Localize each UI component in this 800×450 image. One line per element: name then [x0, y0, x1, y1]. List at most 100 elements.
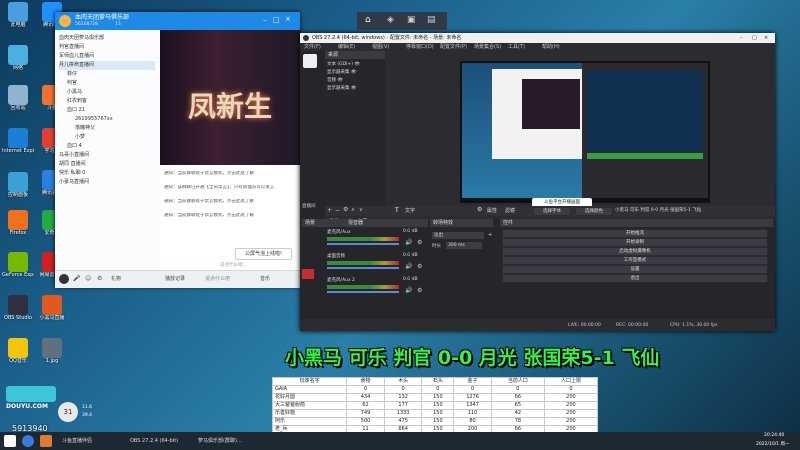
gear-icon[interactable]: ⚙: [417, 287, 422, 294]
source-item[interactable]: 音频 👁: [327, 77, 383, 84]
select-font-button[interactable]: 选择字体: [533, 207, 571, 216]
eye-icon[interactable]: 👁: [336, 78, 343, 83]
down-icon[interactable]: ∨: [359, 207, 363, 213]
browser-icon[interactable]: [22, 435, 34, 447]
volume-slider[interactable]: [327, 267, 399, 269]
group-list-item[interactable]: 小梦: [75, 133, 85, 142]
control-button[interactable]: 开始录制: [502, 238, 768, 247]
taskbar-item[interactable]: 萝马俱乐部(群聊)...: [198, 434, 260, 448]
source-item[interactable]: 显示器采集 👁: [327, 69, 383, 76]
source-item[interactable]: 显示器采集 👁: [327, 85, 383, 92]
app-icon[interactable]: [40, 435, 52, 447]
speaker-icon[interactable]: 🔊: [405, 239, 412, 246]
cpu-badge[interactable]: 31: [58, 402, 78, 422]
properties-button[interactable]: 属性: [487, 207, 497, 214]
desktop-icon[interactable]: OBS Studio: [2, 295, 34, 321]
filters-button[interactable]: 滤镜: [505, 207, 515, 214]
desktop-icon[interactable]: 回收站: [2, 85, 34, 111]
desktop-icon[interactable]: 控制面板: [2, 172, 34, 198]
mic-icon[interactable]: 🎤: [73, 275, 80, 282]
close-icon[interactable]: ×: [285, 15, 291, 23]
up-icon[interactable]: ∧: [351, 207, 355, 213]
settings-icon[interactable]: ⚙: [97, 275, 102, 282]
group-list-item[interactable]: 小黑马: [67, 88, 82, 97]
hint-text[interactable]: 说点什么吧: [205, 275, 230, 282]
minimize-icon[interactable]: –: [740, 33, 743, 43]
start-icon[interactable]: [4, 435, 16, 447]
volume-slider[interactable]: [327, 243, 399, 245]
gear-icon[interactable]: ⚙: [343, 206, 348, 213]
group-list-item[interactable]: 判官: [67, 79, 77, 88]
remove-icon[interactable]: −: [335, 207, 340, 214]
gamepad-icon[interactable]: ◈: [387, 15, 394, 25]
menu-item[interactable]: 工具(T): [508, 43, 525, 51]
gear-icon[interactable]: ⚙: [417, 263, 422, 270]
maximize-icon[interactable]: □: [273, 16, 280, 24]
menu-item[interactable]: 编辑(E): [338, 43, 355, 51]
control-button[interactable]: 开始推流: [502, 229, 768, 238]
group-list-item[interactable]: 血口 21: [67, 106, 85, 115]
menu-item[interactable]: 场景集合(S): [474, 43, 501, 51]
close-icon[interactable]: ×: [764, 33, 768, 43]
desktop-icon[interactable]: GeForce Experience: [2, 252, 34, 278]
minimize-icon[interactable]: –: [263, 16, 267, 24]
menu-item[interactable]: 配置文件(P): [440, 43, 467, 51]
group-list-item[interactable]: 血口 4: [67, 142, 82, 151]
menu-item[interactable]: 视图(V): [372, 43, 389, 51]
control-button[interactable]: 启动虚拟摄像机: [502, 247, 768, 256]
obs-title-bar[interactable]: OBS 27.2.4 (64-bit, windows) - 配置文件: 未命名…: [300, 33, 775, 43]
duration-input[interactable]: 300 ms: [446, 242, 482, 249]
eye-icon[interactable]: 👁: [350, 70, 357, 75]
record-button[interactable]: 播放记录: [165, 275, 185, 282]
desktop-icon[interactable]: 小黑马直播: [36, 295, 68, 321]
desktop-icon[interactable]: 此电脑: [2, 2, 34, 28]
select-color-button[interactable]: 选择颜色: [575, 207, 613, 216]
group-list-item[interactable]: 落魄神父: [75, 124, 95, 133]
group-list-item[interactable]: 军师血儿直播间: [59, 52, 94, 61]
obs-preview[interactable]: 斗鱼平台开播画面: [460, 61, 710, 208]
home-icon[interactable]: ⌂: [365, 15, 371, 25]
group-list-item[interactable]: 快乐 私聊 0: [59, 169, 85, 178]
group-chat-window[interactable]: 血肉天团萝马俱乐部 56108728 13 – □ × 血肉天团萝马俱乐部 判官直…: [55, 12, 300, 288]
transition-select[interactable]: 淡出: [432, 232, 484, 239]
group-list-item[interactable]: 马哥小直播间: [59, 151, 89, 160]
menu-item[interactable]: 文件(F): [304, 43, 321, 51]
group-list-item[interactable]: 菲仔: [67, 70, 77, 79]
eye-icon[interactable]: 👁: [353, 62, 360, 67]
desktop-icon[interactable]: QQ音乐: [2, 338, 34, 364]
menu-item[interactable]: 停靠窗口(D): [406, 43, 434, 51]
music-button[interactable]: 音乐: [260, 275, 270, 282]
properties-text[interactable]: 文字: [405, 207, 415, 214]
source-item[interactable]: 文本 (GDI+) 👁: [327, 61, 383, 68]
group-list-item[interactable]: 月儿拼命直播间: [59, 61, 155, 70]
control-button[interactable]: 退出: [502, 274, 768, 283]
maximize-icon[interactable]: □: [752, 33, 757, 43]
control-button[interactable]: 工作室模式: [502, 256, 768, 265]
bubble-popup[interactable]: 公屏气泡上线啦!: [235, 248, 292, 260]
group-list-item[interactable]: 血肉天团萝马俱乐部: [59, 34, 104, 43]
folder-icon[interactable]: ▤: [427, 15, 436, 25]
taskbar-item[interactable]: 斗鱼直播伴侣: [62, 434, 124, 448]
chat-input[interactable]: 说点什么吧...: [220, 262, 298, 269]
obs-window[interactable]: OBS 27.2.4 (64-bit, windows) - 配置文件: 未命名…: [300, 33, 775, 331]
gift-button[interactable]: 礼物: [111, 275, 121, 282]
group-list-item[interactable]: 小豪马直播间: [59, 178, 89, 187]
add-icon[interactable]: +: [488, 232, 492, 238]
group-list-item[interactable]: 胡同 直播间: [59, 160, 86, 169]
eye-icon[interactable]: 👁: [350, 86, 357, 91]
clock-date[interactable]: 2022/10/1 周一: [756, 441, 790, 447]
add-icon[interactable]: +: [327, 207, 332, 214]
menu-item[interactable]: 帮助(H): [542, 43, 560, 51]
desktop-icon[interactable]: 网络: [2, 45, 34, 71]
group-list-item[interactable]: 2619955767xx: [75, 115, 113, 124]
chat-title-bar[interactable]: 血肉天团萝马俱乐部 56108728 13 – □ ×: [55, 12, 300, 30]
desktop-icon[interactable]: Firefox: [2, 210, 34, 236]
clock-time[interactable]: 20:24:40: [764, 433, 784, 438]
taskbar-item[interactable]: OBS 27.2.4 (64-bit): [130, 434, 192, 448]
speaker-icon[interactable]: 🔊: [405, 263, 412, 270]
group-list-item[interactable]: 红衣刺客: [67, 97, 87, 106]
group-list[interactable]: 血肉天团萝马俱乐部 判官直播间 军师血儿直播间 月儿拼命直播间 菲仔 判官 小黑马 红衣刺客血…: [55, 30, 161, 270]
volume-slider[interactable]: [327, 291, 399, 293]
emoji-icon[interactable]: ☺: [85, 275, 91, 282]
speaker-icon[interactable]: 🔊: [405, 287, 412, 294]
